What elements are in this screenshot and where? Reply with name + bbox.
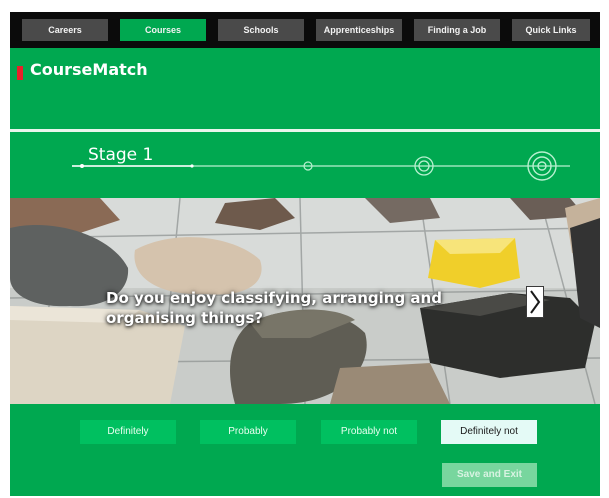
answer-definitely-not[interactable]: Definitely not [441,420,537,444]
nav-apprenticeships[interactable]: Apprenticeships [316,19,402,41]
save-and-exit-button[interactable]: Save and Exit [442,463,537,487]
top-nav: Careers Courses Schools Apprenticeships … [10,12,600,48]
next-question-button[interactable] [526,286,544,318]
stage-progress-track [72,151,570,181]
stage-1-marker [80,164,84,168]
coursematch-app: Careers Courses Schools Apprenticeships … [10,12,600,496]
app-title: CourseMatch [30,60,148,79]
stage-2-marker [190,164,194,168]
question-text: Do you enjoy classifying, arranging and … [106,289,442,327]
answer-probably[interactable]: Probably [200,420,296,444]
answer-probably-not[interactable]: Probably not [321,420,417,444]
chevron-right-icon [530,290,541,314]
nav-finding-a-job[interactable]: Finding a Job [414,19,500,41]
brand-accent-bar [17,66,23,80]
nav-schools[interactable]: Schools [218,19,304,41]
nav-courses[interactable]: Courses [120,19,206,41]
answer-definitely[interactable]: Definitely [80,420,176,444]
question-image-panel: Do you enjoy classifying, arranging and … [10,198,600,404]
nav-careers[interactable]: Careers [22,19,108,41]
nav-quick-links[interactable]: Quick Links [512,19,590,41]
